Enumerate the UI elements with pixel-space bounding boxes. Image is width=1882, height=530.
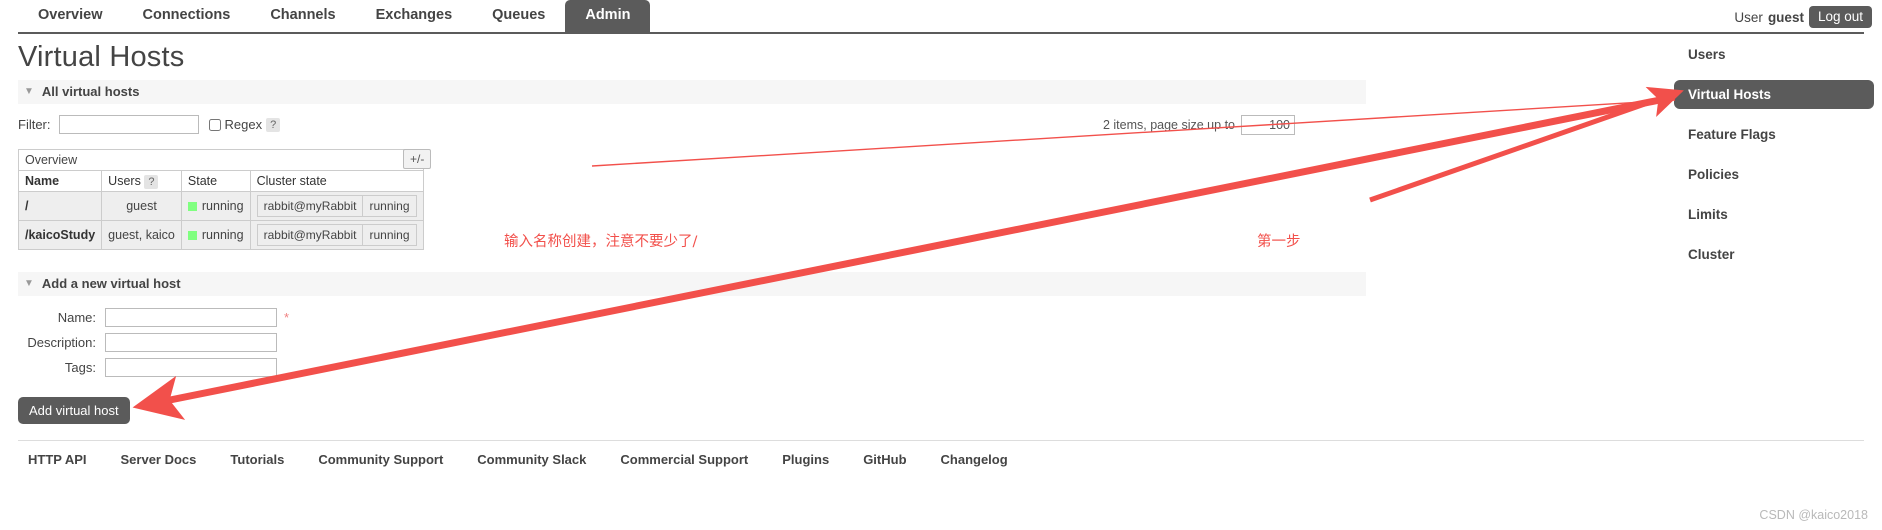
sidebar-item-policies[interactable]: Policies: [1674, 160, 1874, 189]
footer-links: HTTP API Server Docs Tutorials Community…: [28, 452, 1042, 467]
column-header-users[interactable]: Users ?: [101, 170, 182, 192]
footer-divider: [18, 440, 1864, 441]
state-swatch-icon: [187, 231, 197, 240]
column-header-cluster-state[interactable]: Cluster state: [249, 170, 424, 192]
section-header-label: All virtual hosts: [41, 84, 140, 99]
page-size-input[interactable]: [1241, 115, 1295, 135]
annotation-note-create: 输入名称创建，注意不要少了/: [504, 234, 698, 250]
nav-tab-overview[interactable]: Overview: [18, 0, 123, 32]
main-content: Virtual Hosts ▼ All virtual hosts Filter…: [0, 33, 1370, 424]
cluster-node-name: rabbit@myRabbit: [256, 224, 364, 246]
cell-vhost-users: guest, kaico: [101, 220, 182, 250]
sidebar-item-cluster[interactable]: Cluster: [1674, 240, 1874, 269]
cluster-state-row: rabbit@myRabbit running: [256, 195, 417, 217]
tags-input[interactable]: [105, 358, 277, 377]
admin-sidebar: Users Virtual Hosts Feature Flags Polici…: [1674, 40, 1874, 280]
top-navigation-bar: Overview Connections Channels Exchanges …: [0, 0, 1882, 33]
table-overview-bar-row: Overview: [18, 149, 424, 171]
filter-row: Filter: Regex ? 2 items, page size up to: [18, 115, 1370, 135]
paging-controls: 2 items, page size up to: [1103, 115, 1295, 135]
column-header-state[interactable]: State: [180, 170, 251, 192]
cell-vhost-state: running: [180, 191, 251, 221]
name-input[interactable]: [105, 308, 277, 327]
nav-tab-channels[interactable]: Channels: [250, 0, 355, 32]
cell-vhost-name[interactable]: /: [17, 191, 103, 221]
footer-link-plugins[interactable]: Plugins: [782, 452, 829, 467]
footer-link-server-docs[interactable]: Server Docs: [121, 452, 197, 467]
add-virtual-host-section: ▼ Add a new virtual host Name: * Descrip…: [0, 272, 1370, 424]
sidebar-item-limits[interactable]: Limits: [1674, 200, 1874, 229]
annotation-arrow-to-sidebar: [1369, 86, 1684, 203]
users-help-icon[interactable]: ?: [144, 175, 159, 189]
watermark-label: CSDN @kaico2018: [1759, 508, 1868, 522]
user-name-label: guest: [1767, 9, 1804, 25]
overview-bar-label: Overview: [18, 149, 424, 171]
tags-field-label: Tags:: [64, 360, 96, 375]
log-out-button[interactable]: Log out: [1808, 6, 1872, 28]
nav-tab-queues[interactable]: Queues: [472, 0, 565, 32]
section-header-all-virtual-hosts[interactable]: ▼ All virtual hosts: [18, 80, 1366, 104]
filter-label: Filter:: [18, 117, 51, 132]
sidebar-item-feature-flags[interactable]: Feature Flags: [1674, 120, 1874, 149]
cell-vhost-cluster-state: rabbit@myRabbit running: [249, 220, 424, 250]
nav-tab-admin[interactable]: Admin: [565, 0, 651, 32]
virtual-hosts-table-wrap: Overview Name Users ? State Cluster stat…: [17, 149, 438, 250]
name-field-label: Name:: [57, 310, 96, 325]
description-field-label: Description:: [27, 335, 96, 350]
filter-input[interactable]: [58, 115, 199, 134]
cell-vhost-users: guest: [101, 191, 182, 221]
triangle-down-icon: ▼: [24, 277, 34, 289]
cell-vhost-state-label: running: [201, 199, 244, 213]
virtual-hosts-table: Overview Name Users ? State Cluster stat…: [17, 149, 424, 250]
sidebar-item-virtual-hosts[interactable]: Virtual Hosts: [1674, 80, 1874, 109]
cluster-state-row: rabbit@myRabbit running: [256, 224, 417, 246]
footer-link-commercial-support[interactable]: Commercial Support: [620, 452, 748, 467]
section-header-add-virtual-host[interactable]: ▼ Add a new virtual host: [18, 272, 1366, 296]
cell-vhost-name[interactable]: /kaicoStudy: [17, 220, 103, 250]
footer-link-github[interactable]: GitHub: [863, 452, 906, 467]
cell-vhost-cluster-state: rabbit@myRabbit running: [249, 191, 424, 221]
state-swatch-icon: [187, 202, 197, 211]
nav-tab-list: Overview Connections Channels Exchanges …: [0, 0, 1882, 33]
paging-items-label: 2 items, page size up to: [1102, 118, 1235, 132]
footer-link-community-support[interactable]: Community Support: [318, 452, 443, 467]
form-row-name: Name: *: [18, 308, 1370, 327]
required-asterisk-icon: *: [284, 310, 290, 325]
table-row[interactable]: / guest running rabbit@myRabbit running: [17, 191, 424, 221]
column-header-name[interactable]: Name: [17, 170, 103, 192]
cluster-node-state: running: [362, 224, 417, 246]
triangle-down-icon: ▼: [24, 85, 34, 97]
cell-vhost-state: running: [180, 220, 251, 250]
form-row-tags: Tags:: [18, 358, 1370, 377]
cluster-node-name: rabbit@myRabbit: [256, 195, 364, 217]
regex-option: Regex ?: [208, 117, 281, 132]
table-row[interactable]: /kaicoStudy guest, kaico running rabbit@…: [17, 220, 424, 250]
footer-link-changelog[interactable]: Changelog: [941, 452, 1008, 467]
nav-tab-connections[interactable]: Connections: [123, 0, 251, 32]
toggle-columns-button[interactable]: +/-: [403, 149, 432, 169]
regex-checkbox[interactable]: [208, 118, 221, 131]
regex-label: Regex: [224, 117, 263, 132]
cluster-node-state: running: [362, 195, 417, 217]
annotation-note-step-one: 第一步: [1257, 234, 1301, 250]
user-prefix-label: User: [1734, 9, 1763, 25]
form-row-description: Description:: [18, 333, 1370, 352]
add-virtual-host-form: Name: * Description: Tags:: [18, 308, 1370, 377]
cell-vhost-state-label: running: [201, 228, 244, 242]
cluster-state-subtable: rabbit@myRabbit running: [256, 224, 417, 246]
column-header-users-label: Users: [108, 174, 141, 188]
page-title: Virtual Hosts: [18, 41, 185, 73]
sidebar-item-users[interactable]: Users: [1674, 40, 1874, 69]
add-virtual-host-button[interactable]: Add virtual host: [18, 397, 130, 424]
nav-tab-exchanges[interactable]: Exchanges: [356, 0, 473, 32]
description-input[interactable]: [105, 333, 277, 352]
regex-help-icon[interactable]: ?: [266, 117, 281, 132]
footer-link-http-api[interactable]: HTTP API: [28, 452, 87, 467]
cluster-state-subtable: rabbit@myRabbit running: [256, 195, 417, 217]
footer-link-community-slack[interactable]: Community Slack: [477, 452, 586, 467]
user-session-box: User guest Log out: [1734, 6, 1872, 28]
add-section-header-label: Add a new virtual host: [41, 276, 181, 291]
footer-link-tutorials[interactable]: Tutorials: [230, 452, 284, 467]
table-header-row: Name Users ? State Cluster state: [17, 170, 424, 192]
